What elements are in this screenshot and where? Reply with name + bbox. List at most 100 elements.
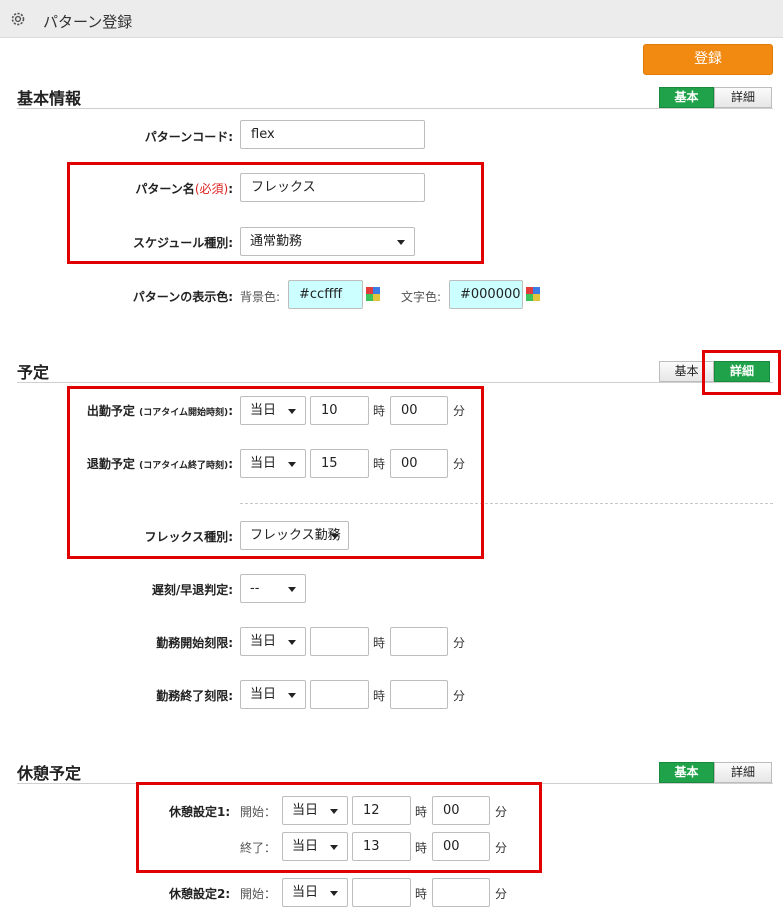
break1-start-label: 開始： [240, 805, 277, 819]
end-day-select[interactable]: 当日 [240, 449, 306, 478]
core-time-start-note: (コアタイム開始時刻) [139, 408, 229, 418]
toggle-basic-button[interactable]: 基本 [659, 762, 714, 783]
section-divider [17, 108, 773, 109]
label-colon: : [228, 182, 233, 196]
start-hour-input[interactable]: 10 [310, 396, 369, 425]
pattern-code-label: パターンコード: [144, 130, 233, 144]
minute-unit: 分 [495, 805, 508, 819]
break2-start-label: 開始： [240, 887, 277, 901]
break1-end-minute-input[interactable]: 00 [432, 832, 490, 861]
background-color-input[interactable]: #ccffff [288, 280, 363, 309]
break1-start-day-select[interactable]: 当日 [282, 796, 348, 825]
minute-unit: 分 [453, 636, 466, 650]
start-schedule-label-text: 出勤予定 [86, 404, 135, 418]
schedule-type-value: 通常勤務 [250, 234, 303, 249]
break1-start-minute-input[interactable]: 00 [432, 796, 490, 825]
chevron-down-icon [288, 693, 296, 698]
break2-start-day-value: 当日 [292, 885, 319, 900]
chevron-down-icon [330, 845, 338, 850]
label-colon: : [228, 457, 233, 471]
end-minute-input[interactable]: 00 [390, 449, 448, 478]
end-day-value: 当日 [250, 456, 277, 471]
hour-unit: 時 [415, 887, 428, 901]
text-color-label: 文字色: [401, 290, 442, 304]
hour-unit: 時 [415, 841, 428, 855]
start-schedule-label: 出勤予定 (コアタイム開始時刻): [87, 402, 233, 419]
start-minute-input[interactable]: 00 [390, 396, 448, 425]
minute-unit: 分 [453, 457, 466, 471]
flex-type-select[interactable]: フレックス勤務 [240, 521, 349, 550]
pattern-code-input[interactable]: flex [240, 120, 425, 149]
break-view-toggle: 基本 詳細 [659, 762, 772, 783]
break1-label: 休憩設定1: [169, 805, 231, 819]
chevron-down-icon [397, 240, 405, 245]
chevron-down-icon [330, 891, 338, 896]
end-hour-input[interactable]: 15 [310, 449, 369, 478]
chevron-down-icon [288, 409, 296, 414]
work-start-limit-label: 勤務開始刻限: [156, 636, 233, 650]
work-end-limit-day-value: 当日 [250, 687, 277, 702]
label-colon: : [228, 404, 233, 418]
required-mark: (必須) [194, 182, 229, 196]
pattern-name-label: パターン名(必須): [135, 180, 233, 197]
end-schedule-label: 退勤予定 (コアタイム終了時刻): [87, 455, 233, 472]
section-divider [17, 382, 773, 383]
work-end-limit-hour-input[interactable] [310, 680, 369, 709]
work-start-limit-minute-input[interactable] [390, 627, 448, 656]
title-bar: パターン登録 [0, 0, 783, 38]
section-divider [17, 783, 773, 784]
color-picker-icon[interactable] [526, 287, 540, 301]
break1-start-day-value: 当日 [292, 803, 319, 818]
chevron-down-icon [288, 587, 296, 592]
hour-unit: 時 [415, 805, 428, 819]
chevron-down-icon [288, 640, 296, 645]
text-color-input[interactable]: #000000 [449, 280, 523, 309]
work-end-limit-day-select[interactable]: 当日 [240, 680, 306, 709]
late-judge-value: -- [250, 581, 260, 596]
minute-unit: 分 [495, 887, 508, 901]
minute-unit: 分 [453, 689, 466, 703]
minute-unit: 分 [453, 404, 466, 418]
hour-unit: 時 [373, 689, 386, 703]
toggle-detail-button[interactable]: 詳細 [714, 361, 770, 382]
break1-start-hour-input[interactable]: 12 [352, 796, 411, 825]
display-color-label: パターンの表示色: [132, 290, 233, 304]
basic-info-view-toggle: 基本 詳細 [659, 87, 772, 108]
core-time-end-note: (コアタイム終了時刻) [139, 461, 229, 471]
late-judge-label: 遅刻/早退判定: [151, 583, 233, 597]
minute-unit: 分 [495, 841, 508, 855]
page-title: パターン登録 [43, 13, 133, 31]
register-button[interactable]: 登録 [643, 44, 773, 75]
chevron-down-icon [330, 809, 338, 814]
work-start-limit-day-value: 当日 [250, 634, 277, 649]
end-schedule-label-text: 退勤予定 [86, 457, 135, 471]
hour-unit: 時 [373, 457, 386, 471]
break1-end-day-select[interactable]: 当日 [282, 832, 348, 861]
chevron-down-icon [288, 462, 296, 467]
work-end-limit-label: 勤務終了刻限: [156, 689, 233, 703]
color-picker-icon[interactable] [366, 287, 380, 301]
schedule-type-select[interactable]: 通常勤務 [240, 227, 415, 256]
late-judge-select[interactable]: -- [240, 574, 306, 603]
toggle-detail-button[interactable]: 詳細 [714, 762, 772, 783]
pattern-name-input[interactable]: フレックス [240, 173, 425, 202]
start-day-value: 当日 [250, 403, 277, 418]
background-color-label: 背景色: [240, 290, 281, 304]
section-title-basic-info: 基本情報 [17, 89, 82, 108]
chevron-down-icon [331, 534, 339, 539]
hour-unit: 時 [373, 404, 386, 418]
schedule-type-label: スケジュール種別: [133, 236, 233, 250]
work-start-limit-day-select[interactable]: 当日 [240, 627, 306, 656]
toggle-basic-button[interactable]: 基本 [659, 87, 714, 108]
work-end-limit-minute-input[interactable] [390, 680, 448, 709]
toggle-detail-button[interactable]: 詳細 [714, 87, 772, 108]
flex-type-value: フレックス勤務 [250, 528, 341, 543]
hour-unit: 時 [373, 636, 386, 650]
work-start-limit-hour-input[interactable] [310, 627, 369, 656]
pattern-name-label-text: パターン名 [135, 182, 195, 196]
dashed-divider [240, 503, 773, 504]
section-title-schedule: 予定 [17, 363, 50, 382]
start-day-select[interactable]: 当日 [240, 396, 306, 425]
toggle-basic-button[interactable]: 基本 [659, 361, 714, 382]
break1-end-hour-input[interactable]: 13 [352, 832, 411, 861]
